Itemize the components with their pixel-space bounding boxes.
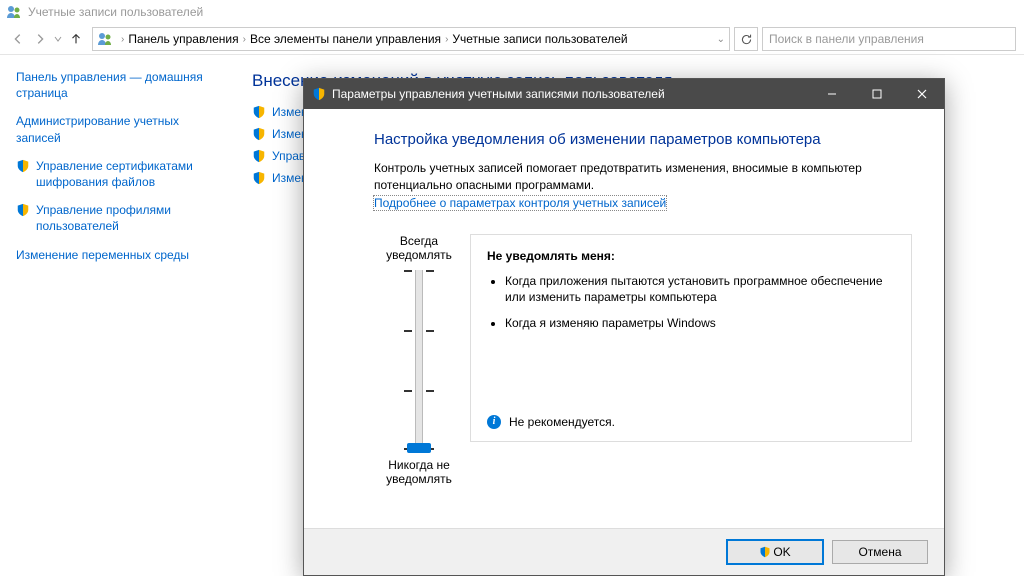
users-icon [97, 31, 113, 47]
uac-dialog: Параметры управления учетными записями п… [303, 78, 945, 576]
shield-icon [252, 127, 266, 141]
detail-title: Не уведомлять меня: [487, 249, 895, 263]
detail-bullet: Когда приложения пытаются установить про… [505, 273, 895, 305]
slider-label-bottom: Никогда не уведомлять [374, 458, 464, 486]
refresh-button[interactable] [734, 27, 758, 51]
breadcrumb-leaf[interactable]: Учетные записи пользователей [452, 32, 627, 46]
chevron-right-icon: › [445, 34, 448, 45]
window-title: Учетные записи пользователей [28, 5, 203, 19]
dialog-footer: OK Отмена [304, 528, 944, 575]
sidebar: Панель управления — домашняя страница Ад… [0, 55, 232, 575]
shield-icon [252, 149, 266, 163]
up-button[interactable] [66, 29, 86, 49]
close-button[interactable] [899, 79, 944, 109]
chevron-down-icon[interactable]: ⌄ [717, 34, 725, 45]
window-titlebar: Учетные записи пользователей [0, 0, 1024, 24]
dialog-title: Параметры управления учетными записями п… [332, 87, 665, 101]
detail-bullet: Когда я изменяю параметры Windows [505, 315, 895, 331]
dialog-titlebar[interactable]: Параметры управления учетными записями п… [304, 79, 944, 109]
toolbar: › Панель управления › Все элементы панел… [0, 24, 1024, 55]
slider-detail-box: Не уведомлять меня: Когда приложения пыт… [470, 234, 912, 442]
sidebar-item-env-vars[interactable]: Изменение переменных среды [16, 247, 216, 263]
dialog-description: Контроль учетных записей помогает предот… [374, 160, 912, 194]
search-placeholder: Поиск в панели управления [769, 32, 924, 46]
forward-button[interactable] [30, 29, 50, 49]
recent-button[interactable] [52, 29, 64, 49]
shield-icon [16, 159, 30, 173]
maximize-button[interactable] [854, 79, 899, 109]
chevron-right-icon: › [121, 34, 124, 45]
slider-thumb[interactable] [407, 443, 431, 453]
users-icon [6, 4, 22, 20]
shield-icon [16, 203, 30, 217]
sidebar-item-profiles[interactable]: Управление профилями пользователей [16, 202, 216, 234]
minimize-button[interactable] [809, 79, 854, 109]
shield-icon [759, 546, 771, 558]
dialog-heading: Настройка уведомления об изменении парам… [374, 131, 912, 148]
learn-more-link[interactable]: Подробнее о параметрах контроля учетных … [374, 196, 666, 210]
chevron-right-icon: › [243, 34, 246, 45]
shield-icon [252, 171, 266, 185]
sidebar-item-certificates[interactable]: Управление сертификатами шифрования файл… [16, 158, 216, 190]
breadcrumb-mid[interactable]: Все элементы панели управления [250, 32, 441, 46]
sidebar-item-admin-accounts[interactable]: Администрирование учетных записей [16, 113, 216, 145]
shield-icon [312, 87, 326, 101]
search-input[interactable]: Поиск в панели управления [762, 27, 1016, 51]
uac-slider[interactable] [415, 270, 423, 450]
breadcrumb-root[interactable]: Панель управления [128, 32, 238, 46]
cancel-button[interactable]: Отмена [832, 540, 928, 564]
info-icon: i [487, 415, 501, 429]
shield-icon [252, 105, 266, 119]
slider-label-top: Всегда уведомлять [374, 234, 464, 262]
back-button[interactable] [8, 29, 28, 49]
ok-button[interactable]: OK [726, 539, 824, 565]
sidebar-item-home[interactable]: Панель управления — домашняя страница [16, 69, 216, 101]
breadcrumb[interactable]: › Панель управления › Все элементы панел… [92, 27, 730, 51]
recommendation-text: Не рекомендуется. [509, 415, 615, 429]
